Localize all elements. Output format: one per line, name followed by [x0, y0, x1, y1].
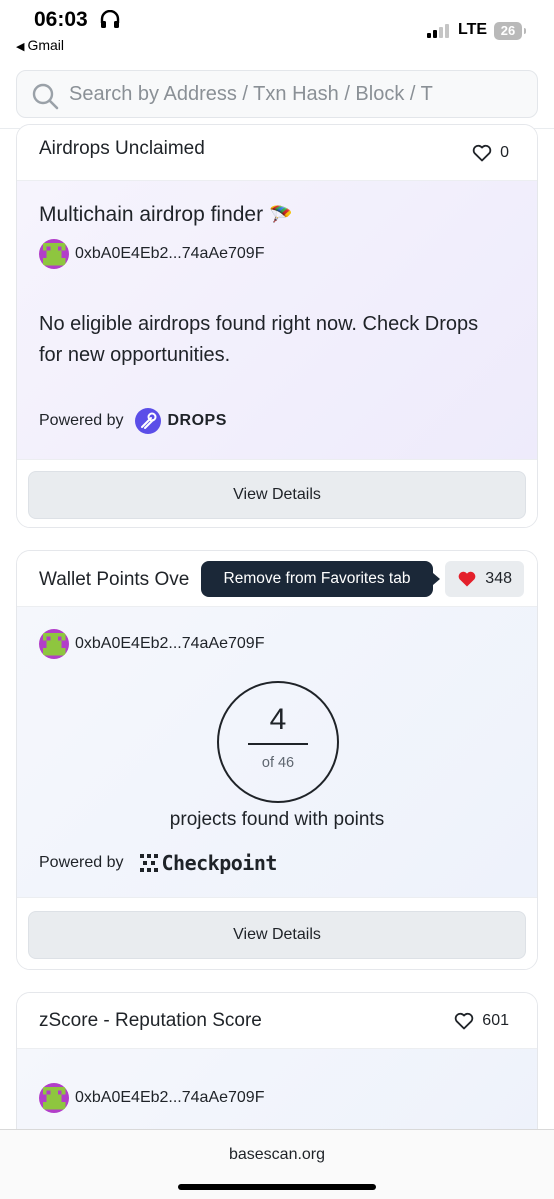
- browser-bottom-bar: basescan.org: [0, 1129, 554, 1199]
- powered-by-label: Powered by: [39, 854, 124, 871]
- view-details-button[interactable]: View Details: [28, 471, 526, 519]
- checkpoint-brand: Checkpoint: [161, 851, 278, 875]
- avatar-icon: [39, 629, 69, 659]
- points-divider: [248, 743, 308, 745]
- wallet-address-row: 0xbA0E4Eb2...74aAe709F: [39, 1083, 264, 1113]
- wallet-address: 0xbA0E4Eb2...74aAe709F: [75, 635, 265, 652]
- favorite-count: 0: [500, 144, 509, 161]
- card-title: zScore - Reputation Score: [39, 1010, 262, 1031]
- back-app-label: Gmail: [27, 37, 65, 53]
- card-title: Airdrops Unclaimed: [39, 138, 205, 159]
- favorite-button[interactable]: 601: [442, 1003, 521, 1039]
- search-bar[interactable]: [16, 70, 538, 118]
- card-title: Wallet Points Ove: [39, 569, 190, 590]
- favorites-tooltip: Remove from Favorites tab: [201, 561, 440, 597]
- favorite-button[interactable]: 0: [460, 135, 521, 171]
- home-indicator[interactable]: [178, 1184, 376, 1190]
- back-to-app-link[interactable]: ◀ Gmail: [16, 37, 64, 53]
- back-arrow-icon: ◀: [16, 41, 25, 53]
- points-found: 4: [269, 703, 287, 736]
- drops-brand: DROPS: [167, 412, 227, 429]
- signal-icon: [427, 24, 451, 38]
- parachute-icon: 🪂: [268, 205, 293, 226]
- points-total: of 46: [261, 755, 295, 771]
- headphones-icon: [100, 10, 120, 28]
- card-header: Airdrops Unclaimed 0: [17, 125, 537, 181]
- card-header: zScore - Reputation Score 601: [17, 993, 537, 1049]
- network-type: LTE: [458, 21, 488, 38]
- card-footer: View Details: [17, 897, 537, 969]
- battery-icon: 26: [494, 22, 526, 40]
- heart-filled-icon: [458, 571, 476, 587]
- points-caption: projects found with points: [169, 809, 385, 830]
- powered-by-row: Powered by Checkpoint: [39, 851, 277, 875]
- points-circle: 4 of 46: [217, 681, 339, 803]
- view-details-button[interactable]: View Details: [28, 911, 526, 959]
- empty-state-message: No eligible airdrops found right now. Ch…: [39, 313, 479, 366]
- avatar-icon: [39, 1083, 69, 1113]
- drops-logo-icon: [134, 408, 161, 434]
- wallet-address: 0xbA0E4Eb2...74aAe709F: [75, 245, 265, 262]
- heart-outline-icon: [455, 1012, 474, 1030]
- card-body: 0xbA0E4Eb2...74aAe709F 4 of 46 projects …: [17, 607, 537, 897]
- favorite-count: 601: [482, 1012, 509, 1029]
- favorite-count: 348: [485, 570, 512, 587]
- avatar-icon: [39, 239, 69, 269]
- wallet-address-row: 0xbA0E4Eb2...74aAe709F: [39, 239, 264, 269]
- zscore-card: zScore - Reputation Score 601 0xbA0E4Eb2…: [16, 992, 538, 1152]
- card-body: Multichain airdrop finder 🪂 0xbA0E4Eb2..…: [17, 181, 537, 459]
- powered-by-label: Powered by: [39, 412, 124, 429]
- status-bar: 06:03 ◀ Gmail LTE 26: [0, 0, 554, 62]
- powered-by-row: Powered by DROPS: [39, 407, 227, 435]
- checkpoint-logo-icon: [139, 854, 158, 872]
- wallet-address: 0xbA0E4Eb2...74aAe709F: [75, 1089, 265, 1106]
- wallet-points-card: Wallet Points Ove 348 0xbA0E4Eb2...74aAe…: [16, 550, 538, 970]
- card-footer: View Details: [17, 459, 537, 527]
- airdrops-card: Airdrops Unclaimed 0 Multichain airdrop …: [16, 124, 538, 528]
- card-heading: Multichain airdrop finder 🪂: [39, 203, 293, 227]
- search-icon: [32, 83, 59, 110]
- wallet-address-row: 0xbA0E4Eb2...74aAe709F: [39, 629, 264, 659]
- url-domain[interactable]: basescan.org: [0, 1146, 554, 1164]
- favorite-button-active[interactable]: 348: [445, 561, 524, 597]
- heart-outline-icon: [472, 144, 492, 162]
- status-time: 06:03: [34, 8, 88, 31]
- airdrop-finder-title: Multichain airdrop finder: [39, 203, 264, 226]
- search-input[interactable]: [69, 79, 445, 109]
